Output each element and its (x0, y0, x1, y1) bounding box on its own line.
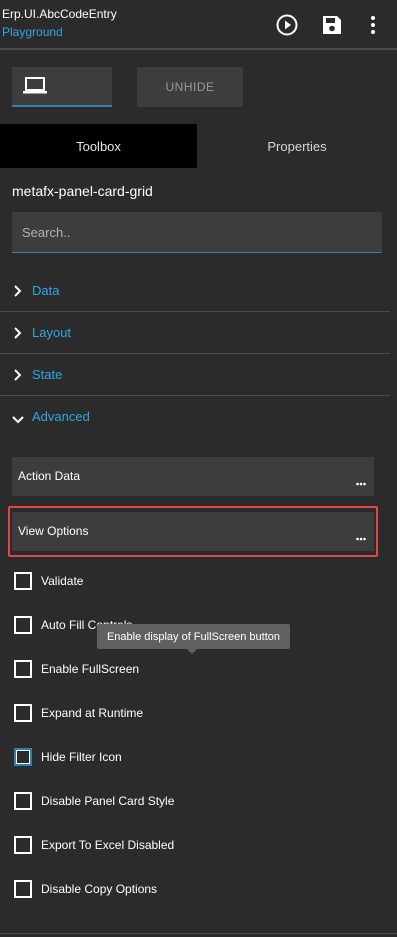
checkbox[interactable] (14, 880, 32, 898)
option-label: Enable FullScreen (41, 662, 140, 676)
selection-highlight (8, 506, 378, 557)
tooltip: Enable display of FullScreen button (97, 624, 290, 654)
more-horizontal-icon[interactable] (356, 473, 366, 491)
component-name: metafx-panel-card-grid (12, 183, 153, 199)
divider (0, 933, 397, 934)
section-data[interactable]: Data (0, 270, 390, 312)
play-circle-icon[interactable] (274, 12, 300, 38)
option-label: Export To Excel Disabled (41, 838, 175, 852)
checkbox[interactable] (14, 616, 32, 634)
option-disable-copy-options[interactable]: Disable Copy Options (14, 879, 157, 899)
laptop-icon (23, 77, 47, 100)
group-label: Action Data (18, 469, 81, 483)
section-layout[interactable]: Layout (0, 312, 390, 354)
option-export-to-excel-disabled[interactable]: Export To Excel Disabled (14, 835, 174, 855)
section-label: Data (32, 283, 60, 298)
option-label: Expand at Runtime (41, 706, 144, 720)
save-icon[interactable] (319, 12, 345, 38)
option-enable-fullscreen[interactable]: Enable FullScreen (14, 659, 139, 679)
checkbox[interactable] (14, 836, 32, 854)
unhide-button[interactable]: UNHIDE (137, 67, 243, 107)
playground-link[interactable]: Playground (2, 25, 63, 39)
tab-toolbox[interactable]: Toolbox (0, 124, 197, 168)
chevron-right-icon (13, 326, 23, 344)
toolbar-row: UNHIDE (0, 52, 397, 124)
section-label: State (32, 367, 63, 382)
checkbox[interactable] (14, 704, 32, 722)
app-name: Erp.UI.AbcCodeEntry (2, 7, 117, 21)
chevron-right-icon (13, 284, 23, 302)
app-header: Erp.UI.AbcCodeEntry Playground (0, 0, 397, 50)
chevron-right-icon (13, 368, 23, 386)
option-label: Hide Filter Icon (41, 750, 122, 764)
section-state[interactable]: State (0, 354, 390, 396)
device-selector[interactable] (12, 67, 112, 107)
option-label: Validate (41, 574, 84, 588)
chevron-down-icon (12, 412, 24, 430)
group-action-data[interactable]: Action Data (12, 457, 374, 496)
panel-tabs: Toolbox Properties (0, 124, 397, 168)
section-label: Layout (32, 325, 72, 340)
option-disable-panel-card-style[interactable]: Disable Panel Card Style (14, 791, 174, 811)
option-hide-filter-icon[interactable]: Hide Filter Icon (14, 747, 122, 767)
checkbox[interactable] (14, 748, 32, 766)
section-advanced[interactable]: Advanced (0, 396, 390, 438)
search-field[interactable] (12, 212, 382, 253)
option-validate[interactable]: Validate (14, 571, 83, 591)
option-label: Disable Panel Card Style (41, 794, 175, 808)
checkbox[interactable] (14, 660, 32, 678)
checkbox[interactable] (14, 572, 32, 590)
tab-properties[interactable]: Properties (197, 124, 397, 168)
section-label: Advanced (32, 409, 90, 424)
option-label: Disable Copy Options (41, 882, 158, 896)
option-expand-at-runtime[interactable]: Expand at Runtime (14, 703, 143, 723)
more-vertical-icon[interactable] (360, 12, 386, 38)
checkbox[interactable] (14, 792, 32, 810)
search-input[interactable] (12, 212, 382, 252)
